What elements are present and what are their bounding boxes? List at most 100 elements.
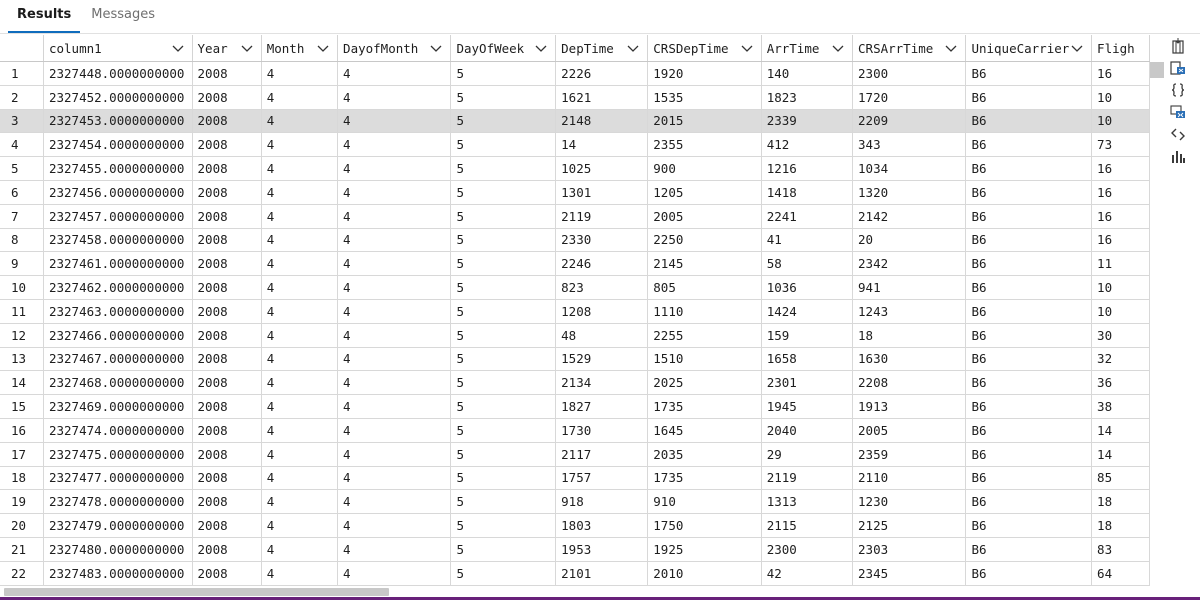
- cell-dayofweek[interactable]: 5: [450, 466, 557, 491]
- cell-column1[interactable]: 2327468.0000000000: [43, 370, 193, 396]
- cell-crsarrtime[interactable]: 2005: [852, 418, 967, 443]
- cell-dayofmonth[interactable]: 4: [337, 370, 452, 396]
- cell-dayofmonth[interactable]: 4: [337, 61, 452, 86]
- column-header-month[interactable]: Month: [261, 35, 339, 62]
- cell-month[interactable]: 4: [261, 61, 339, 86]
- cell-column1[interactable]: 2327475.0000000000: [43, 442, 193, 467]
- table-row[interactable]: 2 2327452.0000000000 2008 4 4 5 1621 1535 1823 17…: [0, 85, 1150, 110]
- cell-arrtime[interactable]: 1036: [761, 275, 854, 300]
- cell-crsarrtime[interactable]: 2208: [852, 370, 967, 396]
- cell-year[interactable]: 2008: [192, 228, 262, 253]
- cell-flight[interactable]: 16: [1091, 180, 1150, 205]
- cell-uniquecarrier[interactable]: B6: [965, 370, 1093, 396]
- cell-dayofmonth[interactable]: 4: [337, 109, 452, 134]
- cell-crsarrtime[interactable]: 2125: [852, 513, 967, 538]
- cell-deptime[interactable]: 1757: [555, 466, 649, 491]
- cell-dayofweek[interactable]: 5: [450, 513, 557, 538]
- cell-uniquecarrier[interactable]: B6: [965, 561, 1093, 586]
- cell-month[interactable]: 4: [261, 370, 339, 396]
- cell-deptime[interactable]: 1301: [555, 180, 649, 205]
- horizontal-scrollbar-thumb[interactable]: [4, 588, 389, 596]
- row-number[interactable]: 18: [0, 466, 44, 491]
- cell-crsdeptime[interactable]: 2145: [647, 251, 762, 277]
- cell-flight[interactable]: 18: [1091, 489, 1150, 515]
- chart-icon[interactable]: [1169, 146, 1187, 166]
- cell-column1[interactable]: 2327483.0000000000: [43, 561, 193, 586]
- cell-year[interactable]: 2008: [192, 513, 262, 538]
- chevron-down-icon[interactable]: [535, 42, 547, 54]
- cell-dayofmonth[interactable]: 4: [337, 537, 452, 562]
- cell-crsdeptime[interactable]: 910: [647, 489, 762, 515]
- chevron-down-icon[interactable]: [241, 42, 253, 54]
- table-row[interactable]: 16 2327474.0000000000 2008 4 4 5 1730 1645 2040 2…: [0, 418, 1150, 443]
- cell-flight[interactable]: 10: [1091, 275, 1150, 300]
- cell-uniquecarrier[interactable]: B6: [965, 132, 1093, 158]
- cell-year[interactable]: 2008: [192, 370, 262, 396]
- cell-year[interactable]: 2008: [192, 489, 262, 515]
- cell-crsdeptime[interactable]: 2250: [647, 228, 762, 253]
- row-number[interactable]: 21: [0, 537, 44, 562]
- cell-arrtime[interactable]: 1424: [761, 299, 854, 324]
- row-number[interactable]: 7: [0, 204, 44, 229]
- cell-month[interactable]: 4: [261, 442, 339, 467]
- cell-deptime[interactable]: 1621: [555, 85, 649, 110]
- cell-flight[interactable]: 18: [1091, 513, 1150, 538]
- cell-deptime[interactable]: 1025: [555, 156, 649, 181]
- cell-crsdeptime[interactable]: 805: [647, 275, 762, 300]
- cell-deptime[interactable]: 14: [555, 132, 649, 158]
- cell-month[interactable]: 4: [261, 299, 339, 324]
- cell-crsarrtime[interactable]: 2142: [852, 204, 967, 229]
- cell-dayofmonth[interactable]: 4: [337, 275, 452, 300]
- cell-uniquecarrier[interactable]: B6: [965, 61, 1093, 86]
- cell-month[interactable]: 4: [261, 347, 339, 372]
- cell-crsdeptime[interactable]: 1925: [647, 537, 762, 562]
- cell-year[interactable]: 2008: [192, 61, 262, 86]
- cell-uniquecarrier[interactable]: B6: [965, 251, 1093, 277]
- cell-dayofweek[interactable]: 5: [450, 537, 557, 562]
- cell-arrtime[interactable]: 2241: [761, 204, 854, 229]
- tab-results[interactable]: Results: [8, 0, 81, 33]
- cell-arrtime[interactable]: 1418: [761, 180, 854, 205]
- cell-dayofweek[interactable]: 5: [450, 370, 557, 396]
- cell-dayofweek[interactable]: 5: [450, 347, 557, 372]
- cell-arrtime[interactable]: 140: [761, 61, 854, 86]
- table-row[interactable]: 18 2327477.0000000000 2008 4 4 5 1757 1735 2119 2…: [0, 466, 1150, 491]
- cell-dayofweek[interactable]: 5: [450, 251, 557, 277]
- cell-month[interactable]: 4: [261, 561, 339, 586]
- cell-dayofmonth[interactable]: 4: [337, 132, 452, 158]
- cell-dayofmonth[interactable]: 4: [337, 85, 452, 110]
- column-header-crsdeptime[interactable]: CRSDepTime: [647, 35, 762, 62]
- table-row[interactable]: 5 2327455.0000000000 2008 4 4 5 1025 900 1216 103…: [0, 156, 1150, 181]
- cell-crsarrtime[interactable]: 2300: [852, 61, 967, 86]
- cell-crsarrtime[interactable]: 1913: [852, 394, 967, 419]
- cell-deptime[interactable]: 2101: [555, 561, 649, 586]
- copy-results-icon[interactable]: [1169, 124, 1187, 144]
- cell-deptime[interactable]: 2117: [555, 442, 649, 467]
- cell-month[interactable]: 4: [261, 394, 339, 419]
- row-number[interactable]: 13: [0, 347, 44, 372]
- cell-uniquecarrier[interactable]: B6: [965, 489, 1093, 515]
- cell-deptime[interactable]: 1803: [555, 513, 649, 538]
- cell-dayofmonth[interactable]: 4: [337, 513, 452, 538]
- cell-deptime[interactable]: 2246: [555, 251, 649, 277]
- cell-column1[interactable]: 2327480.0000000000: [43, 537, 193, 562]
- save-as-excel-icon[interactable]: [1169, 58, 1187, 78]
- cell-year[interactable]: 2008: [192, 466, 262, 491]
- cell-crsarrtime[interactable]: 2303: [852, 537, 967, 562]
- cell-dayofweek[interactable]: 5: [450, 85, 557, 110]
- cell-column1[interactable]: 2327474.0000000000: [43, 418, 193, 443]
- table-row[interactable]: 15 2327469.0000000000 2008 4 4 5 1827 1735 1945 1…: [0, 394, 1150, 419]
- cell-uniquecarrier[interactable]: B6: [965, 180, 1093, 205]
- row-number[interactable]: 20: [0, 513, 44, 538]
- cell-deptime[interactable]: 2134: [555, 370, 649, 396]
- cell-crsdeptime[interactable]: 2025: [647, 370, 762, 396]
- table-row[interactable]: 7 2327457.0000000000 2008 4 4 5 2119 2005 2241 21…: [0, 204, 1150, 229]
- cell-dayofweek[interactable]: 5: [450, 442, 557, 467]
- cell-dayofweek[interactable]: 5: [450, 299, 557, 324]
- cell-flight[interactable]: 16: [1091, 228, 1150, 253]
- cell-flight[interactable]: 16: [1091, 61, 1150, 86]
- cell-uniquecarrier[interactable]: B6: [965, 394, 1093, 419]
- chevron-down-icon[interactable]: [741, 42, 753, 54]
- chevron-down-icon[interactable]: [430, 42, 442, 54]
- cell-arrtime[interactable]: 2301: [761, 370, 854, 396]
